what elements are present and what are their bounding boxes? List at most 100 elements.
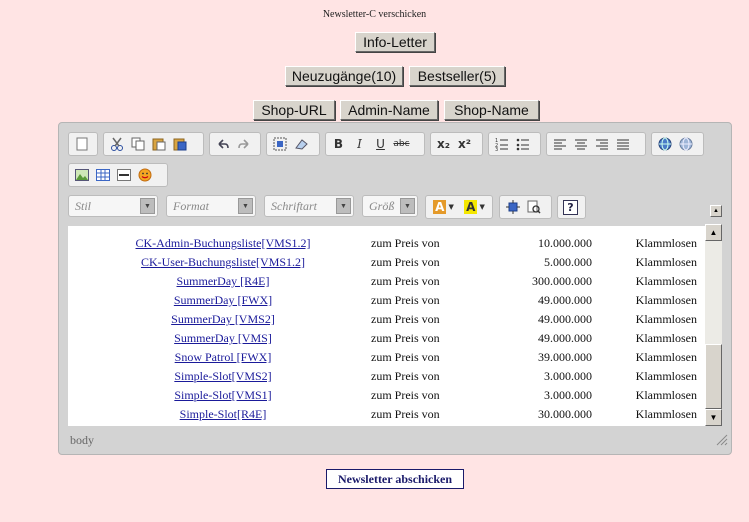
product-link[interactable]: SummerDay [FWX] <box>174 293 272 307</box>
maximize-icon[interactable] <box>502 197 523 217</box>
subscript-icon[interactable]: x₂ <box>433 134 454 154</box>
chevron-down-icon: ▼ <box>140 198 155 214</box>
toolbar-group-document <box>68 132 98 156</box>
product-row: CK-User-Buchungsliste[VMS1.2] zum Preis v… <box>68 253 705 272</box>
price-label: zum Preis von <box>371 331 440 345</box>
unlink-icon[interactable] <box>675 134 696 154</box>
neuzugaenge-button[interactable]: Neuzugänge(10) <box>285 66 403 86</box>
page-title: Newsletter-C verschicken <box>322 9 427 20</box>
product-name: CK-User-Buchungsliste[VMS1.2] <box>68 255 378 270</box>
price-amount: 49.000.000 <box>538 331 592 345</box>
price-amount: 300.000.000 <box>532 274 592 288</box>
resize-grip-icon[interactable] <box>716 434 728 450</box>
product-name: Simple-Slot[R4E] <box>68 407 378 422</box>
product-link[interactable]: Simple-Slot[R4E] <box>180 407 267 421</box>
scroll-up-button[interactable]: ▲ <box>705 224 722 241</box>
product-name: SummerDay [FWX] <box>68 293 378 308</box>
product-link[interactable]: Simple-Slot[VMS2] <box>174 369 271 383</box>
format-select[interactable]: Format ▼ <box>166 195 256 217</box>
product-name: Simple-Slot[VMS1] <box>68 388 378 403</box>
align-left-icon[interactable] <box>549 134 570 154</box>
product-link[interactable]: Snow Patrol [FWX] <box>175 350 272 364</box>
new-page-icon[interactable] <box>71 134 92 154</box>
product-link[interactable]: CK-User-Buchungsliste[VMS1.2] <box>141 255 305 269</box>
admin-name-button[interactable]: Admin-Name <box>340 100 438 120</box>
product-link[interactable]: SummerDay [VMS] <box>174 331 272 345</box>
editor-content[interactable]: CK-Admin-Buchungsliste[VMS1.2] zum Preis … <box>68 226 705 426</box>
font-select[interactable]: Schriftart ▼ <box>264 195 354 217</box>
product-row: SummerDay [R4E] zum Preis von 300.000.000 K… <box>68 272 705 291</box>
currency-label: Klammlosen <box>635 255 697 269</box>
strikethrough-icon[interactable]: abc <box>391 134 412 154</box>
currency-label: Klammlosen <box>635 350 697 364</box>
toolbar-group-basicstyles: B I U abc <box>325 132 425 156</box>
numbered-list-icon[interactable]: 123 <box>491 134 512 154</box>
product-link[interactable]: Simple-Slot[VMS1] <box>174 388 271 402</box>
paste-word-icon[interactable] <box>169 134 190 154</box>
bulleted-list-icon[interactable] <box>512 134 533 154</box>
toolbar-group-scripts: x₂ x² <box>430 132 483 156</box>
align-center-icon[interactable] <box>570 134 591 154</box>
product-row: SummerDay [VMS2] zum Preis von 49.000.000 K… <box>68 310 705 329</box>
remove-format-icon[interactable] <box>290 134 311 154</box>
currency-label: Klammlosen <box>635 407 697 421</box>
currency-label: Klammlosen <box>635 331 697 345</box>
currency-label: Klammlosen <box>635 312 697 326</box>
product-link[interactable]: CK-Admin-Buchungsliste[VMS1.2] <box>136 236 311 250</box>
shop-name-button[interactable]: Shop-Name <box>444 100 539 120</box>
toolbar-group-insert <box>68 163 168 187</box>
scroll-down-button[interactable]: ▼ <box>705 409 722 426</box>
redo-icon[interactable] <box>233 134 254 154</box>
background-color-icon: A <box>464 200 478 214</box>
product-name: SummerDay [VMS] <box>68 331 378 346</box>
product-name: CK-Admin-Buchungsliste[VMS1.2] <box>68 236 378 251</box>
toolbar-group-colors: A ▼ A ▼ <box>425 195 493 219</box>
bestseller-button[interactable]: Bestseller(5) <box>409 66 505 86</box>
text-color-button[interactable]: A ▼ <box>428 197 459 217</box>
vertical-scrollbar[interactable]: ▲ ▼ <box>705 224 722 426</box>
bold-icon[interactable]: B <box>328 134 349 154</box>
element-path[interactable]: body <box>70 433 94 448</box>
italic-icon[interactable]: I <box>349 134 370 154</box>
price-amount: 10.000.000 <box>538 236 592 250</box>
paste-icon[interactable] <box>148 134 169 154</box>
select-all-icon[interactable] <box>269 134 290 154</box>
superscript-icon[interactable]: x² <box>454 134 475 154</box>
price-label: zum Preis von <box>371 369 440 383</box>
link-icon[interactable] <box>654 134 675 154</box>
copy-icon[interactable] <box>127 134 148 154</box>
size-select[interactable]: Größ ▼ <box>362 195 418 217</box>
style-select[interactable]: Stil ▼ <box>68 195 158 217</box>
price-label: zum Preis von <box>371 350 440 364</box>
toolbar-group-lists: 123 <box>488 132 541 156</box>
align-justify-icon[interactable] <box>612 134 633 154</box>
currency-label: Klammlosen <box>635 369 697 383</box>
send-newsletter-button[interactable]: Newsletter abschicken <box>326 469 464 489</box>
help-icon[interactable]: ? <box>560 197 581 217</box>
scrollbar-thumb[interactable] <box>705 344 722 409</box>
chevron-down-icon: ▼ <box>400 198 415 214</box>
product-row: Simple-Slot[VMS1] zum Preis von 3.000.000 K… <box>68 386 705 405</box>
cut-icon[interactable] <box>106 134 127 154</box>
toolbar-group-about: ? <box>557 195 586 219</box>
toolbar-collapse-button[interactable]: ▲ <box>710 205 722 217</box>
currency-label: Klammlosen <box>635 293 697 307</box>
horizontal-rule-icon[interactable] <box>113 165 134 185</box>
product-link[interactable]: SummerDay [VMS2] <box>171 312 275 326</box>
text-color-icon: A <box>433 200 447 214</box>
smiley-icon[interactable] <box>134 165 155 185</box>
background-color-button[interactable]: A ▼ <box>459 197 490 217</box>
chevron-down-icon: ▼ <box>238 198 253 214</box>
shop-url-button[interactable]: Shop-URL <box>253 100 335 120</box>
image-icon[interactable] <box>71 165 92 185</box>
product-link[interactable]: SummerDay [R4E] <box>177 274 270 288</box>
show-blocks-icon[interactable] <box>523 197 544 217</box>
underline-icon[interactable]: U <box>370 134 391 154</box>
product-name: Simple-Slot[VMS2] <box>68 369 378 384</box>
undo-icon[interactable] <box>212 134 233 154</box>
product-row: Snow Patrol [FWX] zum Preis von 39.000.000… <box>68 348 705 367</box>
align-right-icon[interactable] <box>591 134 612 154</box>
info-letter-button[interactable]: Info-Letter <box>355 32 435 52</box>
price-amount: 5.000.000 <box>544 255 592 269</box>
table-icon[interactable] <box>92 165 113 185</box>
